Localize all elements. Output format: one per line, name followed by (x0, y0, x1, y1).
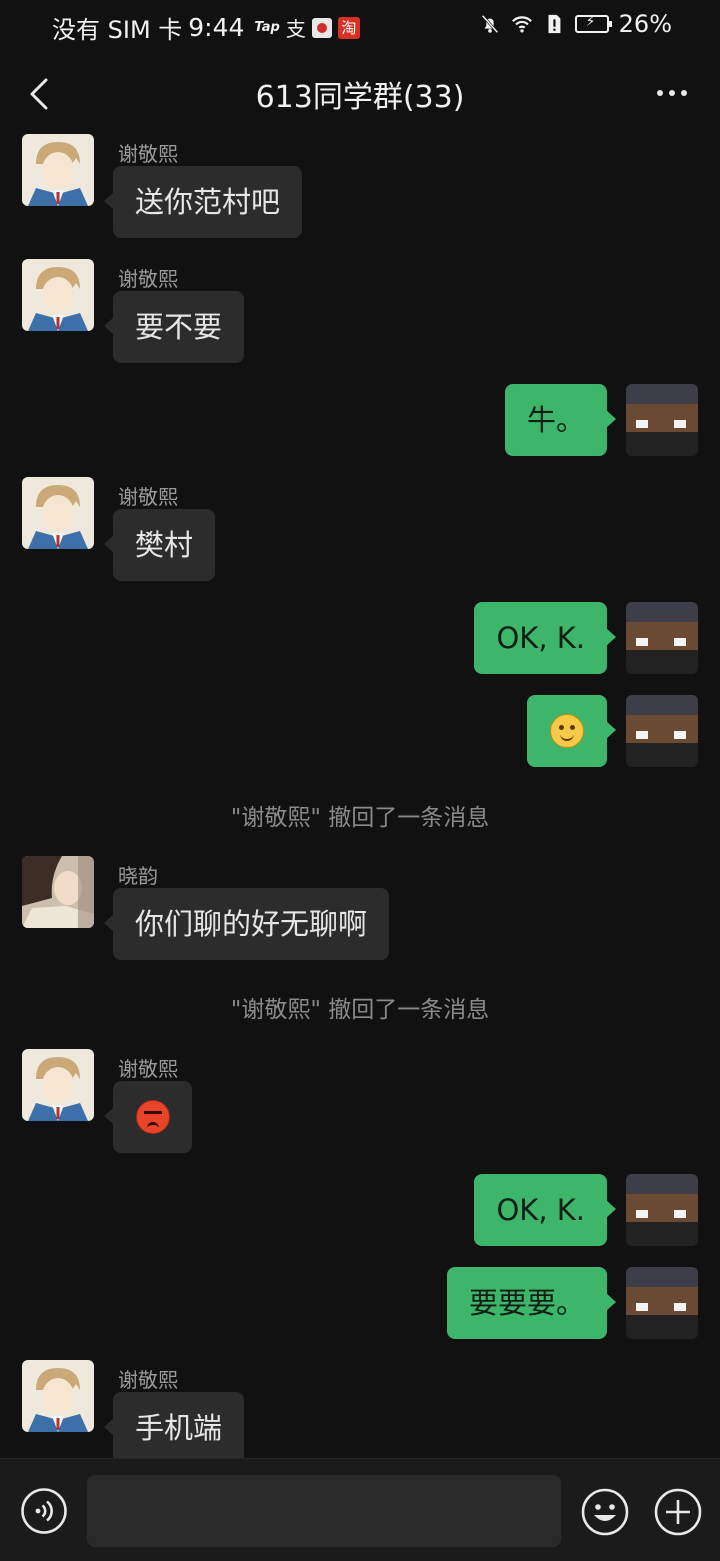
message-bubble[interactable]: 樊村 (103, 509, 216, 581)
message-row: 谢敬熙 送你范村吧 (0, 134, 720, 244)
avatar-self[interactable] (626, 695, 698, 767)
voice-icon[interactable] (20, 1487, 68, 1535)
chat-header: 613同学群(33) (0, 52, 720, 134)
more-dots-icon[interactable] (652, 78, 692, 108)
status-right: ⚡ 26% (479, 10, 672, 38)
message-bubble[interactable]: 送你范村吧 (103, 166, 303, 238)
alipay-icon: 支 (285, 17, 306, 41)
message-row: 谢敬熙 (0, 1049, 720, 1159)
avatar-xiejingxi[interactable] (22, 477, 94, 549)
message-row: 牛。 (0, 384, 720, 456)
message-bubble[interactable]: 手机端 (103, 1392, 245, 1458)
taptap-icon: Tap (254, 20, 280, 35)
taobao-icon: 淘 (337, 16, 360, 39)
sender-name: 谢敬熙 (118, 1057, 178, 1081)
input-bar (0, 1458, 720, 1561)
angry-emoji-icon (135, 1100, 170, 1134)
message-bubble[interactable]: 你们聊的好无聊啊 (103, 888, 390, 960)
message-row: 晓韵 你们聊的好无聊啊 (0, 856, 720, 966)
message-row: OK, K. (0, 1174, 720, 1246)
message-bubble[interactable]: OK, K. (474, 602, 616, 674)
plus-circle-icon[interactable] (653, 1487, 703, 1537)
message-row (0, 695, 720, 767)
system-recall-notice: "谢敬熙" 撤回了一条消息 (230, 805, 490, 831)
message-row: 谢敬熙 手机端 (0, 1360, 720, 1458)
system-recall-notice: "谢敬熙" 撤回了一条消息 (230, 997, 490, 1023)
message-row: 谢敬熙 要不要 (0, 259, 720, 369)
avatar-xiaoyun[interactable] (22, 856, 94, 928)
carrier-text: 没有 SIM 卡 (52, 16, 183, 44)
battery-icon: ⚡ (574, 14, 612, 33)
emoji-icon[interactable] (580, 1487, 630, 1537)
avatar-xiejingxi[interactable] (22, 134, 94, 206)
status-app-icons: Tap 支 淘 (254, 13, 360, 42)
message-bubble[interactable]: 要不要 (103, 291, 245, 363)
status-time: 9:44 (188, 13, 245, 42)
message-bubble[interactable] (527, 695, 616, 767)
message-bubble[interactable]: 要要要。 (446, 1267, 617, 1339)
wifi-icon (511, 16, 532, 33)
sender-name: 谢敬熙 (118, 1368, 178, 1392)
battery-percent: 26% (618, 10, 672, 38)
avatar-self[interactable] (626, 1174, 698, 1246)
message-list[interactable]: 谢敬熙 送你范村吧 谢敬熙 要不要 牛。 谢敬熙 樊村 OK, K. "谢敬熙"… (0, 134, 720, 1458)
avatar-self[interactable] (626, 602, 698, 674)
sim-alert-icon (548, 14, 561, 34)
status-left: 没有 SIM 卡 9:44 Tap 支 淘 (52, 10, 360, 45)
status-bar: 没有 SIM 卡 9:44 Tap 支 淘 ⚡ 26% (0, 0, 720, 52)
message-row: 谢敬熙 樊村 (0, 477, 720, 587)
message-bubble[interactable]: OK, K. (474, 1174, 616, 1246)
avatar-self[interactable] (626, 384, 698, 456)
message-bubble[interactable] (104, 1081, 192, 1153)
message-input[interactable] (87, 1475, 561, 1547)
avatar-xiejingxi[interactable] (22, 1360, 94, 1432)
sender-name: 谢敬熙 (118, 485, 178, 509)
sender-name: 谢敬熙 (118, 142, 178, 166)
avatar-xiejingxi[interactable] (22, 1049, 94, 1121)
smile-emoji-icon (550, 714, 584, 748)
avatar-xiejingxi[interactable] (22, 259, 94, 331)
huawei-icon (311, 17, 332, 38)
bell-off-icon (481, 14, 499, 34)
sender-name: 晓韵 (118, 864, 158, 888)
message-row: OK, K. (0, 602, 720, 674)
message-row: 要要要。 (0, 1267, 720, 1339)
message-bubble[interactable]: 牛。 (504, 384, 617, 456)
sender-name: 谢敬熙 (118, 267, 178, 291)
chat-title: 613同学群(33) (255, 80, 465, 115)
avatar-self[interactable] (626, 1267, 698, 1339)
